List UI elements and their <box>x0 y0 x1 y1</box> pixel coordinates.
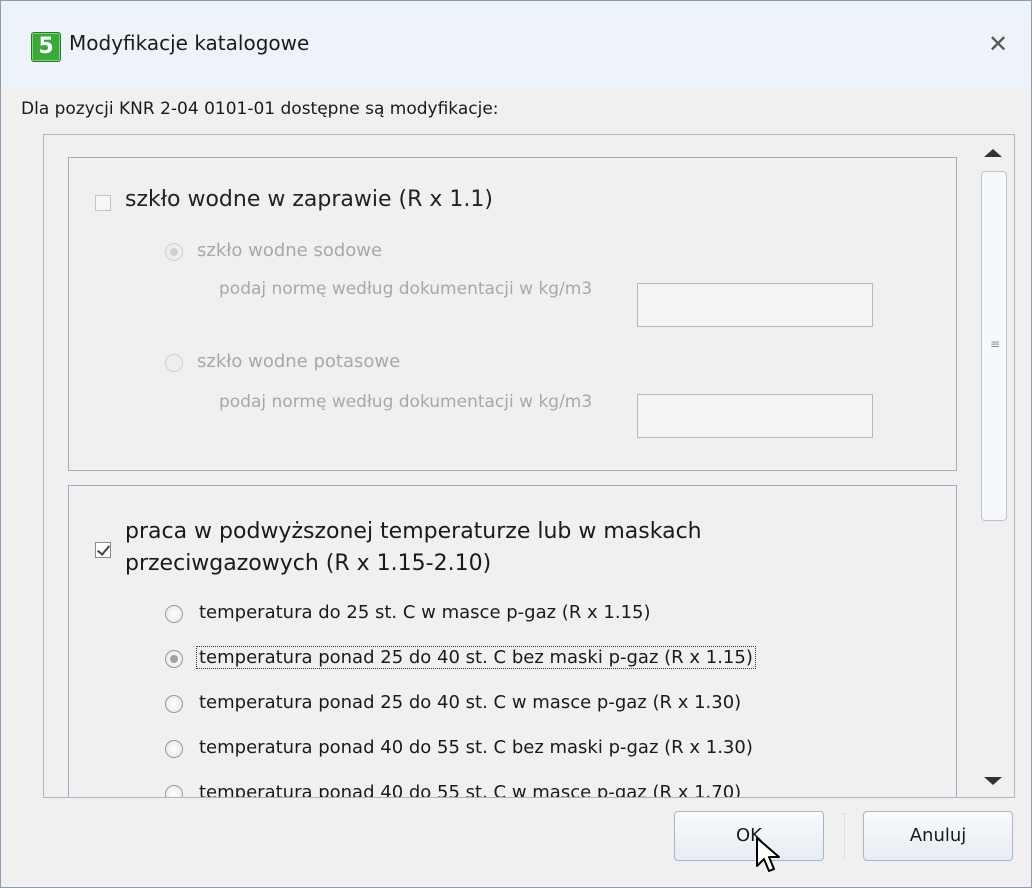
vertical-scrollbar[interactable]: ≡ <box>974 135 1014 797</box>
radio-temp-option-4[interactable] <box>165 740 183 758</box>
mouse-pointer-icon <box>756 837 780 872</box>
option-label-temp-5: temperatura ponad 40 do 55 st. C w masce… <box>199 782 742 798</box>
title-bar: 5 Modyfikacje katalogowe ✕ <box>1 1 1031 87</box>
norm-note-potassium: podaj normę według dokumentacji w kg/m3 <box>219 392 593 412</box>
norm-note-sodium: podaj normę według dokumentacji w kg/m3 <box>219 279 593 299</box>
radio-potassium-water-glass[interactable] <box>165 354 183 372</box>
group-checkbox-temperature[interactable] <box>95 542 111 558</box>
group-checkbox-water-glass[interactable] <box>95 195 111 211</box>
option-label-temp-3: temperatura ponad 25 do 40 st. C w masce… <box>199 692 742 713</box>
close-icon[interactable]: ✕ <box>983 29 1013 59</box>
option-label-temp-2: temperatura ponad 25 do 40 st. C bez mas… <box>196 646 756 669</box>
ok-button[interactable]: OK <box>674 811 824 861</box>
option-label-temp-4: temperatura ponad 40 do 55 st. C bez mas… <box>199 737 753 758</box>
window-title: Modyfikacje katalogowe <box>69 31 310 55</box>
option-label-sodium: szkło wodne sodowe <box>197 240 383 261</box>
radio-temp-option-5[interactable] <box>165 785 183 797</box>
intro-text: Dla pozycji KNR 2-04 0101-01 dostępne są… <box>21 99 499 119</box>
radio-sodium-water-glass[interactable] <box>165 243 183 261</box>
button-separator <box>844 813 845 859</box>
grip-icon: ≡ <box>990 337 1001 351</box>
scroll-up-arrow-icon[interactable] <box>984 149 1002 157</box>
group-title-water-glass: szkło wodne w zaprawie (R x 1.1) <box>125 187 493 212</box>
cancel-button[interactable]: Anuluj <box>863 811 1013 861</box>
option-label-temp-1: temperatura do 25 st. C w masce p-gaz (R… <box>199 602 651 623</box>
radio-temp-option-1[interactable] <box>165 605 183 623</box>
scroll-down-arrow-icon[interactable] <box>984 777 1002 785</box>
radio-temp-option-2[interactable] <box>165 650 183 668</box>
radio-temp-option-3[interactable] <box>165 695 183 713</box>
norm-input-potassium[interactable] <box>637 394 873 438</box>
dialog-window: 5 Modyfikacje katalogowe ✕ Dla pozycji K… <box>0 0 1032 888</box>
modifications-scroll-area[interactable]: szkło wodne w zaprawie (R x 1.1) szkło w… <box>43 134 1015 798</box>
modification-group-temperature: praca w podwyższonej temperaturze lub w … <box>68 485 957 798</box>
scroll-thumb[interactable]: ≡ <box>981 171 1007 521</box>
option-label-potassium: szkło wodne potasowe <box>197 351 401 372</box>
norm-input-sodium[interactable] <box>637 283 873 327</box>
modification-group-water-glass: szkło wodne w zaprawie (R x 1.1) szkło w… <box>68 157 957 471</box>
app-logo-icon: 5 <box>31 32 61 62</box>
group-title-temperature: praca w podwyższonej temperaturze lub w … <box>125 519 702 576</box>
